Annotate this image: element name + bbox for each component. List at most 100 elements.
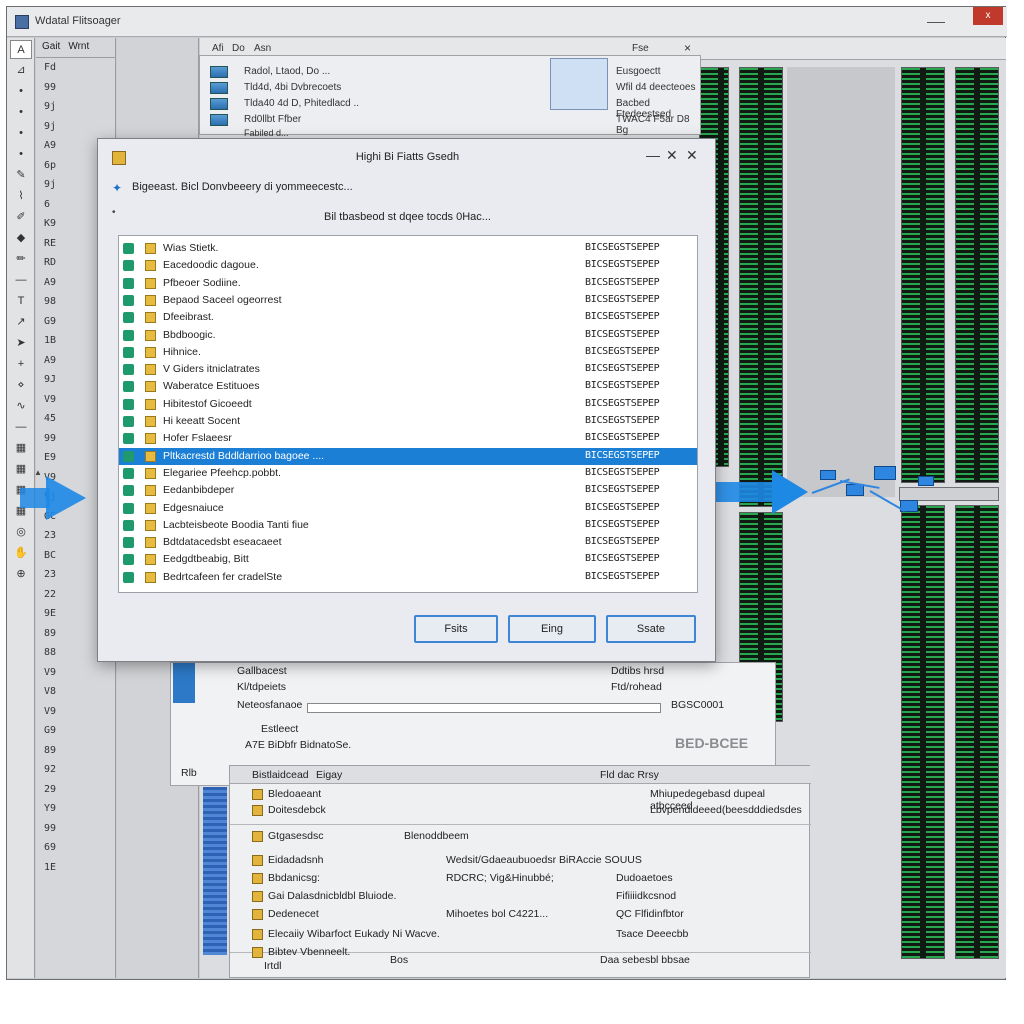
file-row[interactable]: Lacbteisbeote Boodia Tanti fiue BICSEGSTS…: [119, 517, 697, 534]
pencil-icon[interactable]: ✐: [10, 208, 32, 227]
side-list-item[interactable]: 1E: [44, 862, 107, 882]
scroll-up-icon[interactable]: ▲: [34, 468, 44, 478]
text-icon[interactable]: T: [10, 292, 32, 311]
arrow-icon[interactable]: ↗: [10, 313, 32, 332]
side-list-item[interactable]: 92: [44, 764, 107, 784]
file-row[interactable]: Wias Stietk. BICSEGSTSEPEP: [119, 240, 697, 257]
file-type-icon: [123, 364, 134, 376]
line-icon[interactable]: —: [10, 418, 32, 437]
side-list-item[interactable]: Fd: [44, 62, 107, 82]
property-label[interactable]: Bbdanicsg:: [268, 872, 320, 884]
menu-item-do[interactable]: Do: [232, 43, 245, 54]
side-list-item[interactable]: Y9: [44, 803, 107, 823]
property-label[interactable]: Dedenecet: [268, 908, 319, 920]
folder-icon: [145, 364, 156, 376]
line-icon[interactable]: —: [10, 271, 32, 290]
close-button[interactable]: x: [973, 7, 1003, 25]
file-row[interactable]: Elegariee Pfeehcp.pobbt. BICSEGSTSEPEP: [119, 465, 697, 482]
plus-icon[interactable]: +: [10, 355, 32, 374]
file-row[interactable]: Hibitestof Gicoeedt BICSEGSTSEPEP: [119, 396, 697, 413]
file-row[interactable]: Dfeeibrast. BICSEGSTSEPEP: [119, 309, 697, 326]
fsits-button[interactable]: Fsits: [414, 615, 498, 643]
grid-icon[interactable]: ▦: [10, 439, 32, 458]
side-list-item[interactable]: 99: [44, 82, 107, 102]
side-list-item[interactable]: V9: [44, 706, 107, 726]
file-row[interactable]: Waberatce Estituoes BICSEGSTSEPEP: [119, 378, 697, 395]
waveform-track: [901, 67, 945, 483]
ssate-button[interactable]: Ssate: [606, 615, 696, 643]
minimize-button[interactable]: [919, 13, 953, 31]
file-row[interactable]: Edgesnaiuce BICSEGSTSEPEP: [119, 500, 697, 517]
arrow-right-tail: [716, 482, 774, 502]
bw-item[interactable]: Tlda40 4d D, Phitedlacd ..: [244, 98, 359, 109]
dot-icon[interactable]: •: [10, 124, 32, 143]
bw-right-item[interactable]: Wfil d4 deecteoes: [616, 82, 696, 93]
file-row[interactable]: Bepaod Saceel ogeorrest BICSEGSTSEPEP: [119, 292, 697, 309]
property-label[interactable]: Eidadadsnh: [268, 854, 323, 866]
side-list-item[interactable]: 29: [44, 784, 107, 804]
bw-item[interactable]: Rd0llbt Ffber: [244, 114, 301, 125]
property-label[interactable]: Elecaiiy Wibarfoct Eukady Ni Wacve.: [268, 928, 440, 940]
tab-wrnt[interactable]: Wrnt: [68, 41, 89, 54]
bw-item[interactable]: Radol, Ltaod, Do ...: [244, 66, 330, 77]
circle-icon[interactable]: ◎: [10, 523, 32, 542]
file-row[interactable]: Pltkacrestd Bddldarrioo bagoee .... BICSE…: [119, 447, 697, 465]
cursor-icon[interactable]: ➤: [10, 334, 32, 353]
bw-right-item[interactable]: Eusgoectt: [616, 66, 660, 77]
brush-icon[interactable]: ⌇: [10, 187, 32, 206]
marker-icon[interactable]: ✏: [10, 250, 32, 269]
close-icon[interactable]: ✕: [666, 147, 678, 164]
dot-icon[interactable]: •: [10, 145, 32, 164]
menubar-close-icon[interactable]: ×: [684, 41, 691, 55]
grid-icon[interactable]: ▦: [10, 460, 32, 479]
minimize-icon[interactable]: —: [646, 147, 660, 163]
side-list-item[interactable]: 69: [44, 842, 107, 862]
menu-item-asn[interactable]: Asn: [254, 43, 271, 54]
hand-icon[interactable]: ✋: [10, 544, 32, 563]
bw-right-item[interactable]: TWAC4 F5ar D8 Bg: [616, 114, 700, 136]
menu-item-fse[interactable]: Fse: [632, 43, 649, 54]
t-icon[interactable]: A: [10, 40, 32, 59]
side-list-item[interactable]: 9j: [44, 101, 107, 121]
eing-button[interactable]: Eing: [508, 615, 596, 643]
pw-header-left[interactable]: Bistlaidcead: [252, 769, 309, 781]
menu-item-afi[interactable]: Afi: [212, 43, 224, 54]
ruler-icon[interactable]: ⊿: [10, 61, 32, 80]
close-icon[interactable]: ✕: [686, 147, 698, 164]
lw-input[interactable]: [307, 703, 661, 713]
bw-item[interactable]: Tld4d, 4bi Dvbrecoets: [244, 82, 341, 93]
pen-icon[interactable]: ✎: [10, 166, 32, 185]
file-row[interactable]: Hihnice. BICSEGSTSEPEP: [119, 344, 697, 361]
side-list-item[interactable]: G9: [44, 725, 107, 745]
pw-header-mid[interactable]: Eigay: [316, 769, 342, 781]
file-row[interactable]: Bedrtcafeen fer cradelSte BICSEGSTSEPEP: [119, 569, 697, 586]
property-label[interactable]: Doitesdebck: [268, 804, 326, 816]
file-row[interactable]: Eacedoodic dagoue. BICSEGSTSEPEP: [119, 257, 697, 274]
dot-icon[interactable]: •: [10, 103, 32, 122]
property-label[interactable]: Bledoaeant: [268, 788, 321, 800]
shape-icon[interactable]: ◆: [10, 229, 32, 248]
property-label[interactable]: Gai Dalasdnicbldbl Bluiode.: [268, 890, 396, 902]
zoom-icon[interactable]: ⊕: [10, 565, 32, 584]
file-row[interactable]: Pfbeoer Sodiine. BICSEGSTSEPEP: [119, 275, 697, 292]
property-label[interactable]: Gtgasesdsc: [268, 830, 323, 842]
file-row[interactable]: Bdtdatacedsbt eseacaeet BICSEGSTSEPEP: [119, 534, 697, 551]
node-icon[interactable]: ⋄: [10, 376, 32, 395]
folder-icon: [145, 294, 156, 306]
dot-icon[interactable]: •: [10, 82, 32, 101]
file-row[interactable]: V Giders itniclatrates BICSEGSTSEPEP: [119, 361, 697, 378]
side-list-item[interactable]: V9: [44, 667, 107, 687]
file-row[interactable]: Bbdboogic. BICSEGSTSEPEP: [119, 327, 697, 344]
side-list-item[interactable]: 99: [44, 823, 107, 843]
side-list-item[interactable]: 89: [44, 745, 107, 765]
file-row[interactable]: Hi keeatt Socent BICSEGSTSEPEP: [119, 413, 697, 430]
lw-label: Estleect: [261, 723, 299, 735]
pw-header-right[interactable]: Fld dac Rrsy: [600, 769, 659, 781]
smudge-icon[interactable]: ∿: [10, 397, 32, 416]
property-label[interactable]: Bibtev Vbenneelt.: [268, 946, 350, 958]
side-list-item[interactable]: V8: [44, 686, 107, 706]
file-row[interactable]: Eedanbibdeper BICSEGSTSEPEP: [119, 482, 697, 499]
tab-gait[interactable]: Gait: [42, 41, 60, 54]
file-row[interactable]: Eedgdtbeabig, Bitt BICSEGSTSEPEP: [119, 551, 697, 568]
file-row[interactable]: Hofer Fslaeesr BICSEGSTSEPEP: [119, 430, 697, 447]
